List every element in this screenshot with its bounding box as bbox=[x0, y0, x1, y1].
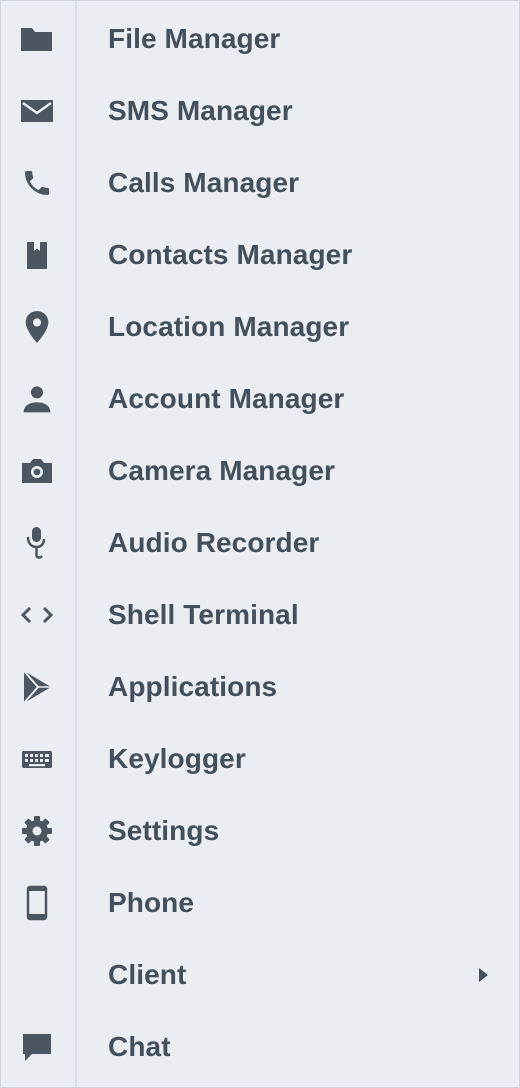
menu-item-chat[interactable]: Chat bbox=[1, 1011, 519, 1083]
menu-item-file-manager[interactable]: File Manager bbox=[1, 3, 519, 75]
menu-item-label: Keylogger bbox=[108, 743, 246, 774]
context-menu: File Manager SMS Manager Calls Manager C… bbox=[0, 0, 520, 1088]
phone-call-icon bbox=[15, 165, 59, 201]
menu-item-camera-manager[interactable]: Camera Manager bbox=[1, 435, 519, 507]
menu-item-account-manager[interactable]: Account Manager bbox=[1, 363, 519, 435]
menu-item-label: Audio Recorder bbox=[108, 527, 320, 558]
menu-item-label: SMS Manager bbox=[108, 95, 293, 126]
chevron-right-icon bbox=[475, 965, 493, 985]
menu-item-label: Camera Manager bbox=[108, 455, 336, 486]
menu-item-location-manager[interactable]: Location Manager bbox=[1, 291, 519, 363]
menu-item-label: Contacts Manager bbox=[108, 239, 353, 270]
camera-icon bbox=[15, 453, 59, 489]
menu-item-label: Phone bbox=[108, 887, 195, 918]
map-pin-icon bbox=[15, 309, 59, 345]
keyboard-icon bbox=[15, 741, 59, 777]
microphone-icon bbox=[15, 525, 59, 561]
menu-item-label: Chat bbox=[108, 1031, 171, 1062]
menu-item-label: File Manager bbox=[108, 23, 281, 54]
menu-item-shell-terminal[interactable]: Shell Terminal bbox=[1, 579, 519, 651]
folder-icon bbox=[15, 21, 59, 57]
menu-item-label: Calls Manager bbox=[108, 167, 300, 198]
menu-item-settings[interactable]: Settings bbox=[1, 795, 519, 867]
menu-item-label: Location Manager bbox=[108, 311, 350, 342]
menu-item-label: Account Manager bbox=[108, 383, 345, 414]
menu-item-label: Settings bbox=[108, 815, 220, 846]
menu-item-calls-manager[interactable]: Calls Manager bbox=[1, 147, 519, 219]
envelope-icon bbox=[15, 93, 59, 129]
person-icon bbox=[15, 381, 59, 417]
smartphone-icon bbox=[15, 885, 59, 921]
menu-item-label: Shell Terminal bbox=[108, 599, 299, 630]
play-store-icon bbox=[15, 669, 59, 705]
menu-item-sms-manager[interactable]: SMS Manager bbox=[1, 75, 519, 147]
menu-item-audio-recorder[interactable]: Audio Recorder bbox=[1, 507, 519, 579]
chat-bubble-icon bbox=[15, 1029, 59, 1065]
menu-item-keylogger[interactable]: Keylogger bbox=[1, 723, 519, 795]
menu-item-label: Applications bbox=[108, 671, 278, 702]
menu-item-applications[interactable]: Applications bbox=[1, 651, 519, 723]
contacts-book-icon bbox=[15, 237, 59, 273]
menu-item-client[interactable]: Client bbox=[1, 939, 519, 1011]
menu-item-label: Client bbox=[108, 959, 187, 990]
menu-item-phone[interactable]: Phone bbox=[1, 867, 519, 939]
gear-icon bbox=[15, 813, 59, 849]
code-brackets-icon bbox=[15, 597, 59, 633]
menu-item-contacts-manager[interactable]: Contacts Manager bbox=[1, 219, 519, 291]
